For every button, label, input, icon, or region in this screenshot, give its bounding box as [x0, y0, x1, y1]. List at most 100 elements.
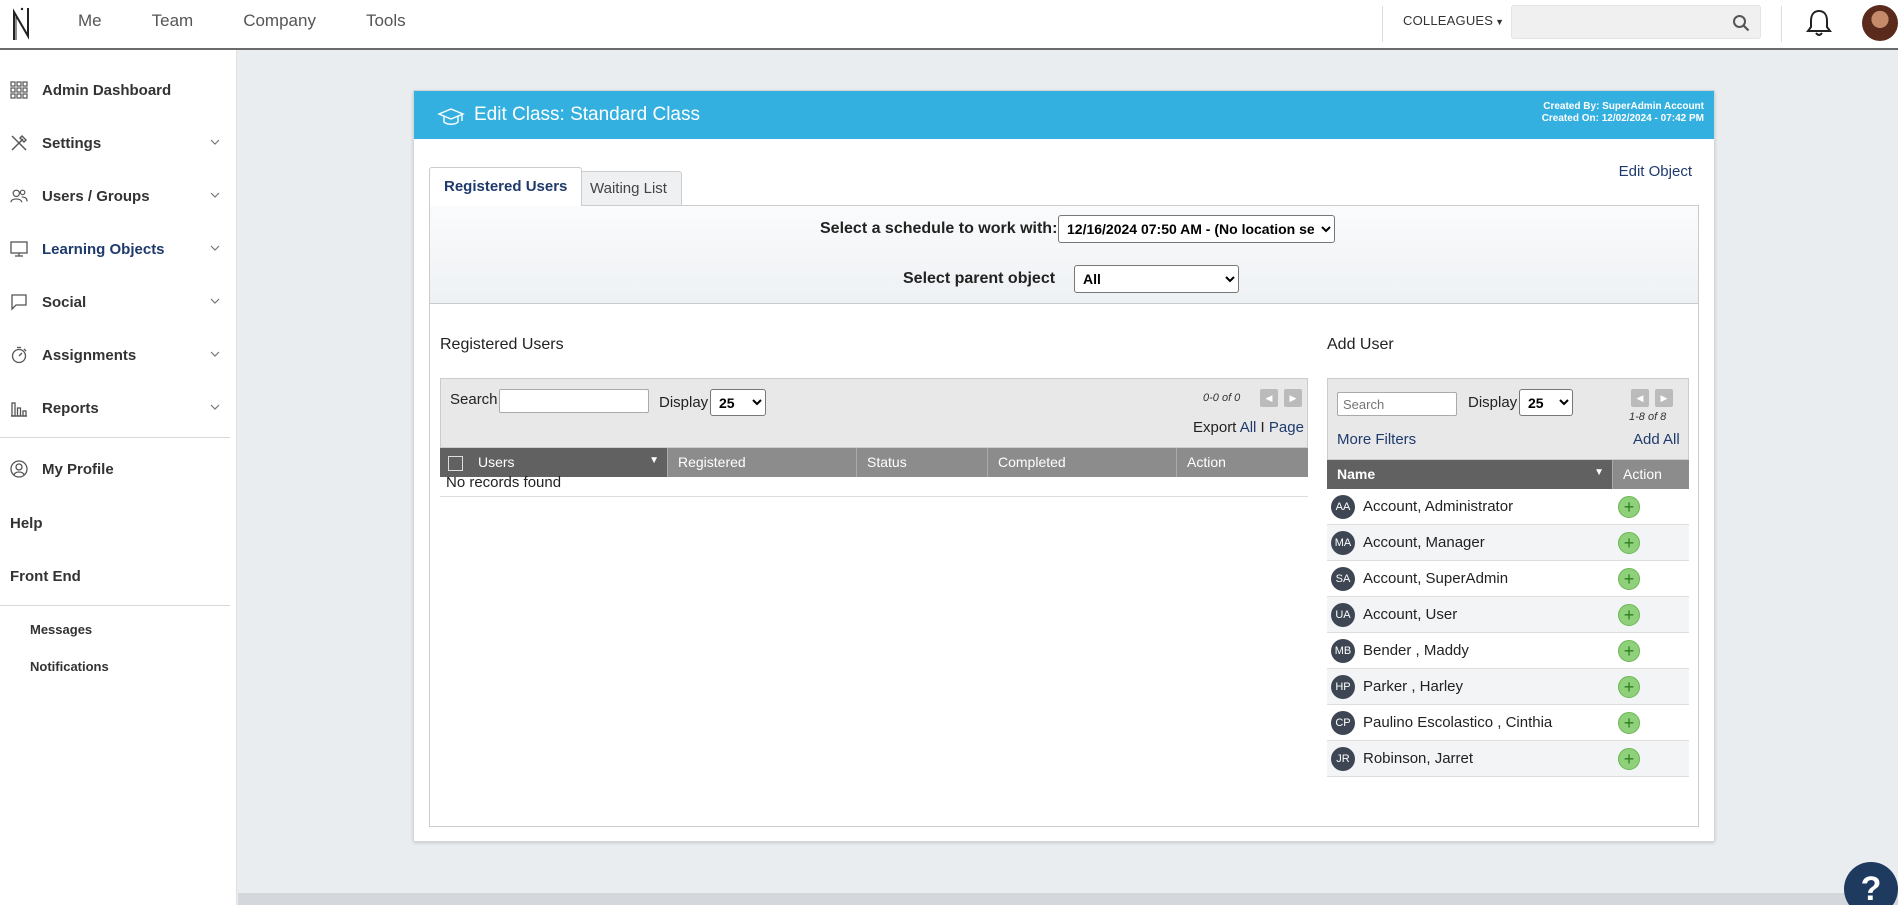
sidebar-item-learning-objects[interactable]: Learning Objects	[0, 229, 230, 269]
list-item: AA Account, Administrator +	[1327, 489, 1689, 525]
user-name: Parker , Harley	[1363, 678, 1464, 695]
add-user-table-header: Name ▼ Action	[1327, 460, 1689, 489]
user-name: Bender , Maddy	[1363, 642, 1469, 659]
sidebar-item-social[interactable]: Social	[0, 282, 230, 322]
column-label: Name	[1337, 466, 1376, 482]
caret-down-icon: ▼	[1495, 17, 1505, 27]
add-user-plus-icon[interactable]: +	[1618, 640, 1640, 662]
tab-panel: Select a schedule to work with: 12/16/20…	[429, 205, 1699, 827]
column-completed[interactable]: Completed	[988, 448, 1177, 477]
column-users[interactable]: Users ▼	[440, 448, 668, 477]
page-title: Edit Class: Standard Class	[474, 104, 700, 125]
registered-search-input[interactable]	[499, 389, 649, 413]
sidebar-item-label: Reports	[42, 399, 99, 417]
top-search-input[interactable]	[1512, 6, 1722, 38]
next-page-icon[interactable]: ▶	[1655, 389, 1673, 407]
sidebar-item-my-profile[interactable]: My Profile	[0, 449, 230, 489]
add-user-plus-icon[interactable]: +	[1618, 712, 1640, 734]
help-question-icon[interactable]: ?	[1844, 862, 1898, 905]
export-separator: I	[1260, 419, 1265, 436]
empty-message: No records found	[440, 474, 1308, 497]
created-on: Created On: 12/02/2024 - 07:42 PM	[1541, 113, 1704, 124]
user-initials-avatar: AA	[1331, 495, 1355, 519]
list-item: SA Account, SuperAdmin +	[1327, 561, 1689, 597]
registered-users-title: Registered Users	[440, 336, 564, 353]
filter-area: Select a schedule to work with: 12/16/20…	[430, 206, 1698, 304]
registered-table-header: Users ▼ Registered Status Completed Acti…	[440, 448, 1308, 477]
top-bar: Me Team Company Tools COLLEAGUES ▼	[0, 0, 1898, 50]
edit-object-link[interactable]: Edit Object	[1619, 163, 1692, 180]
export-page-link[interactable]: Page	[1269, 419, 1304, 436]
display-label: Display	[1468, 394, 1518, 411]
user-name: Account, Manager	[1363, 534, 1485, 551]
user-initials-avatar: SA	[1331, 567, 1355, 591]
add-user-plus-icon[interactable]: +	[1618, 604, 1640, 626]
add-user-display-select[interactable]: 25	[1519, 389, 1573, 416]
add-user-plus-icon[interactable]: +	[1618, 496, 1640, 518]
more-filters-link[interactable]: More Filters	[1337, 431, 1416, 448]
next-page-icon[interactable]: ▶	[1284, 389, 1302, 407]
bell-icon[interactable]	[1805, 8, 1833, 38]
registered-display-select[interactable]: 25	[710, 389, 766, 416]
top-search-box	[1511, 5, 1761, 39]
sidebar-item-admin-dashboard[interactable]: Admin Dashboard	[0, 70, 230, 110]
export-links: Export All I Page	[1193, 419, 1304, 436]
list-item: MB Bender , Maddy +	[1327, 633, 1689, 669]
sidebar-item-notifications[interactable]: Notifications	[30, 659, 109, 674]
add-user-plus-icon[interactable]: +	[1618, 676, 1640, 698]
created-info: Created By: SuperAdmin Account Created O…	[1542, 101, 1704, 125]
created-by: Created By: SuperAdmin Account	[1543, 101, 1704, 112]
user-name: Robinson, Jarret	[1363, 750, 1474, 767]
sidebar-item-users-groups[interactable]: Users / Groups	[0, 176, 230, 216]
chevron-down-icon	[210, 139, 220, 145]
search-icon[interactable]	[1732, 14, 1750, 32]
edit-class-card: Edit Class: Standard Class Created By: S…	[413, 90, 1715, 842]
select-all-checkbox[interactable]	[448, 456, 463, 471]
export-label: Export	[1193, 419, 1237, 436]
column-action: Action	[1187, 454, 1226, 470]
nav-tools[interactable]: Tools	[366, 0, 406, 48]
add-user-plus-icon[interactable]: +	[1618, 748, 1640, 770]
column-registered[interactable]: Registered	[668, 448, 857, 477]
sidebar-item-help[interactable]: Help	[10, 515, 43, 532]
colleagues-dropdown[interactable]: COLLEAGUES ▼	[1403, 13, 1504, 28]
sidebar-divider	[0, 605, 230, 606]
user-initials-avatar: JR	[1331, 747, 1355, 771]
user-avatar[interactable]	[1862, 5, 1898, 41]
user-name: Account, SuperAdmin	[1363, 570, 1509, 587]
sidebar-item-front-end[interactable]: Front End	[10, 568, 81, 585]
export-all-link[interactable]: All	[1240, 419, 1257, 436]
sidebar-item-reports[interactable]: Reports	[0, 388, 230, 428]
column-status[interactable]: Status	[857, 448, 988, 477]
list-item: JR Robinson, Jarret +	[1327, 741, 1689, 777]
app-logo-icon[interactable]	[10, 6, 34, 42]
prev-page-icon[interactable]: ◀	[1260, 389, 1278, 407]
user-name: Account, User	[1363, 606, 1458, 623]
schedule-select[interactable]: 12/16/2024 07:50 AM - (No location set)	[1058, 215, 1335, 243]
display-label: Display	[659, 394, 709, 411]
column-label: Users	[478, 454, 515, 470]
nav-team[interactable]: Team	[152, 0, 194, 48]
sidebar-item-assignments[interactable]: Assignments	[0, 335, 230, 375]
column-name[interactable]: Name ▼	[1327, 460, 1613, 489]
nav-company[interactable]: Company	[243, 0, 316, 48]
sidebar-item-settings[interactable]: Settings	[0, 123, 230, 163]
parent-object-select[interactable]: All	[1074, 265, 1239, 293]
user-initials-avatar: HP	[1331, 675, 1355, 699]
tab-waiting-list[interactable]: Waiting List	[575, 171, 682, 205]
sidebar-divider	[0, 437, 230, 438]
add-user-search-input[interactable]	[1337, 392, 1457, 416]
add-user-plus-icon[interactable]: +	[1618, 568, 1640, 590]
sidebar-item-label: Users / Groups	[42, 187, 150, 205]
sidebar-item-label: Learning Objects	[42, 240, 165, 258]
add-all-link[interactable]: Add All	[1633, 431, 1680, 448]
prev-page-icon[interactable]: ◀	[1631, 389, 1649, 407]
tab-registered-users[interactable]: Registered Users	[429, 167, 583, 206]
stopwatch-icon	[11, 346, 27, 364]
chevron-down-icon	[210, 245, 220, 251]
divider	[1781, 6, 1782, 42]
add-user-plus-icon[interactable]: +	[1618, 532, 1640, 554]
card-header: Edit Class: Standard Class Created By: S…	[414, 91, 1714, 139]
sidebar-item-messages[interactable]: Messages	[30, 622, 92, 637]
nav-me[interactable]: Me	[78, 0, 102, 48]
